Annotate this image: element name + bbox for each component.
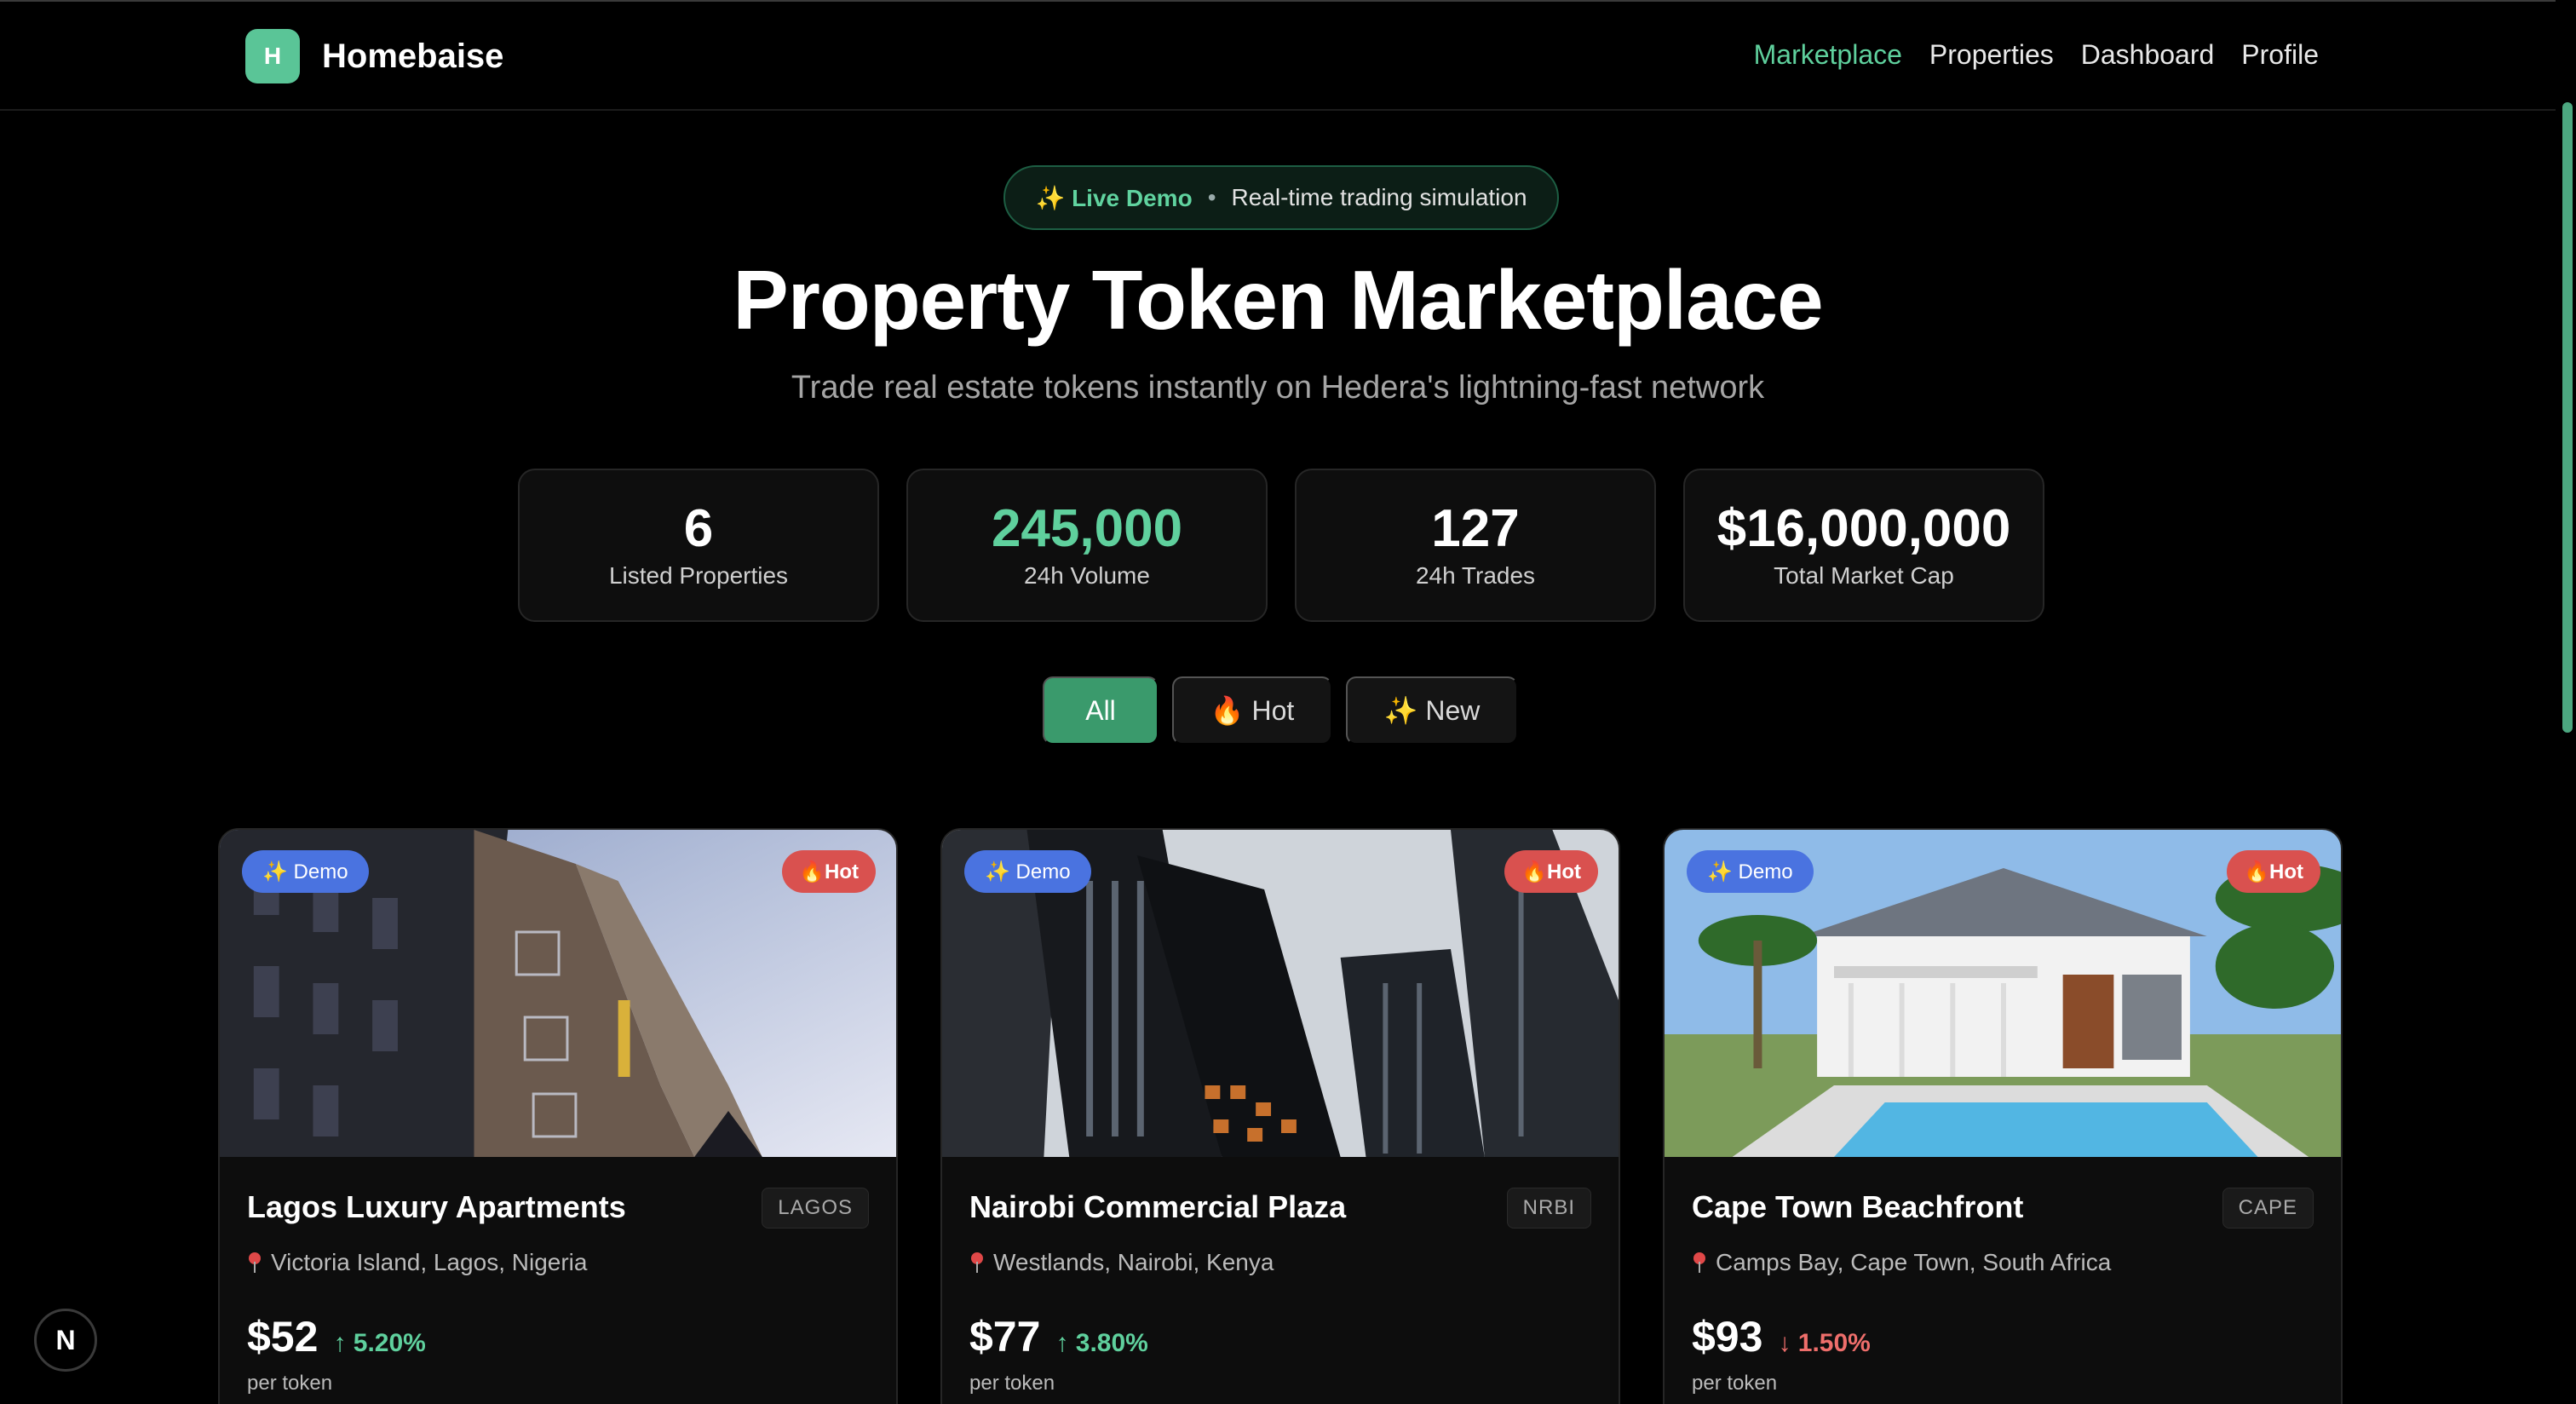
token-price: $77 [969,1313,1041,1361]
brand-logo-icon: H [245,29,300,83]
card-body: Cape Town Beachfront CAPE Camps Bay, Cap… [1665,1157,2341,1395]
nav-links: Marketplace Properties Dashboard Profile [1754,39,2319,71]
property-location: Westlands, Nairobi, Kenya [969,1249,1591,1276]
location-pin-icon [1693,1252,1705,1273]
stat-value: 6 [683,499,714,559]
token-price: $52 [247,1313,319,1361]
location-pin-icon [249,1252,261,1273]
nextjs-dev-indicator-button[interactable]: N [34,1309,97,1372]
page-subtitle: Trade real estate tokens instantly on He… [791,370,1765,406]
brand-link[interactable]: H Homebaise [245,29,503,83]
filter-hot-button[interactable]: 🔥 Hot [1172,676,1332,745]
nav-link-dashboard[interactable]: Dashboard [2081,39,2215,71]
property-title: Nairobi Commercial Plaza [969,1189,1347,1224]
hot-badge: 🔥Hot [782,850,876,893]
stat-24h-volume: 245,000 24h Volume [906,469,1268,622]
live-demo-badge: ✨ Live Demo • Real-time trading simulati… [1003,165,1559,230]
filter-all-button[interactable]: All [1043,676,1159,745]
property-card-nairobi[interactable]: ✨ Demo 🔥Hot Nairobi Commercial Plaza NRB… [940,828,1620,1404]
nav-link-profile[interactable]: Profile [2241,39,2319,71]
badge-separator: • [1207,184,1216,210]
live-demo-label: ✨ Live Demo [1035,184,1193,211]
stat-label: Total Market Cap [1774,561,1954,589]
price-change: ↑ 3.80% [1055,1329,1148,1357]
property-image: ✨ Demo 🔥Hot [942,830,1619,1157]
stat-label: Listed Properties [608,561,789,589]
nav-link-properties[interactable]: Properties [1929,39,2054,71]
brand-name: Homebaise [322,37,504,75]
price-row: $52 ↑ 5.20% [247,1312,869,1361]
stat-label: 24h Trades [1415,561,1536,589]
demo-badge: ✨ Demo [964,850,1091,893]
stat-label: 24h Volume [1024,561,1150,589]
filter-new-button[interactable]: ✨ New [1346,676,1518,745]
property-card-cape-town[interactable]: ✨ Demo 🔥Hot Cape Town Beachfront CAPE Ca… [1663,828,2343,1404]
hot-badge: 🔥Hot [2227,850,2320,893]
property-image: ✨ Demo 🔥Hot [220,830,896,1157]
card-body: Lagos Luxury Apartments LAGOS Victoria I… [220,1157,896,1395]
per-token-label: per token [247,1372,333,1395]
per-token-label: per token [969,1372,1055,1395]
stat-value: $16,000,000 [1716,499,2011,559]
page-title: Property Token Marketplace [733,253,1823,347]
price-row: $93 ↓ 1.50% [1692,1312,2314,1361]
location-text: Camps Bay, Cape Town, South Africa [1716,1249,2112,1275]
token-price: $93 [1692,1313,1763,1361]
location-text: Westlands, Nairobi, Kenya [993,1249,1274,1275]
top-navbar: H Homebaise Marketplace Properties Dashb… [0,2,2556,111]
property-image: ✨ Demo 🔥Hot [1665,830,2341,1157]
property-card-grid: ✨ Demo 🔥Hot Lagos Luxury Apartments LAGO… [218,828,2343,1404]
per-token-label: per token [1692,1372,1778,1395]
hot-badge: 🔥Hot [1504,850,1598,893]
scrollbar-thumb[interactable] [2562,102,2573,733]
stat-24h-trades: 127 24h Trades [1295,469,1656,622]
stats-row: 6 Listed Properties 245,000 24h Volume 1… [518,469,2044,622]
demo-badge: ✨ Demo [1687,850,1814,893]
nav-link-marketplace[interactable]: Marketplace [1754,39,1902,71]
token-symbol: CAPE [2222,1188,2314,1228]
location-text: Victoria Island, Lagos, Nigeria [271,1249,588,1275]
demo-badge: ✨ Demo [242,850,369,893]
token-symbol: NRBI [1506,1188,1591,1228]
price-row: $77 ↑ 3.80% [969,1312,1591,1361]
stat-total-market-cap: $16,000,000 Total Market Cap [1683,469,2044,622]
stat-value: 245,000 [991,499,1183,559]
property-location: Victoria Island, Lagos, Nigeria [247,1249,869,1276]
property-card-lagos[interactable]: ✨ Demo 🔥Hot Lagos Luxury Apartments LAGO… [218,828,898,1404]
live-demo-description: Real-time trading simulation [1231,184,1527,210]
filter-tabs: All 🔥 Hot ✨ New [1043,676,1518,745]
location-pin-icon [971,1252,983,1273]
price-change: ↓ 1.50% [1778,1329,1871,1357]
page-scrollbar[interactable] [2556,0,2576,1404]
stat-value: 127 [1431,499,1520,559]
token-symbol: LAGOS [762,1188,869,1228]
property-location: Camps Bay, Cape Town, South Africa [1692,1249,2314,1276]
stat-listed-properties: 6 Listed Properties [518,469,879,622]
price-change: ↑ 5.20% [333,1329,426,1357]
property-title: Cape Town Beachfront [1692,1189,2024,1224]
card-body: Nairobi Commercial Plaza NRBI Westlands,… [942,1157,1619,1395]
